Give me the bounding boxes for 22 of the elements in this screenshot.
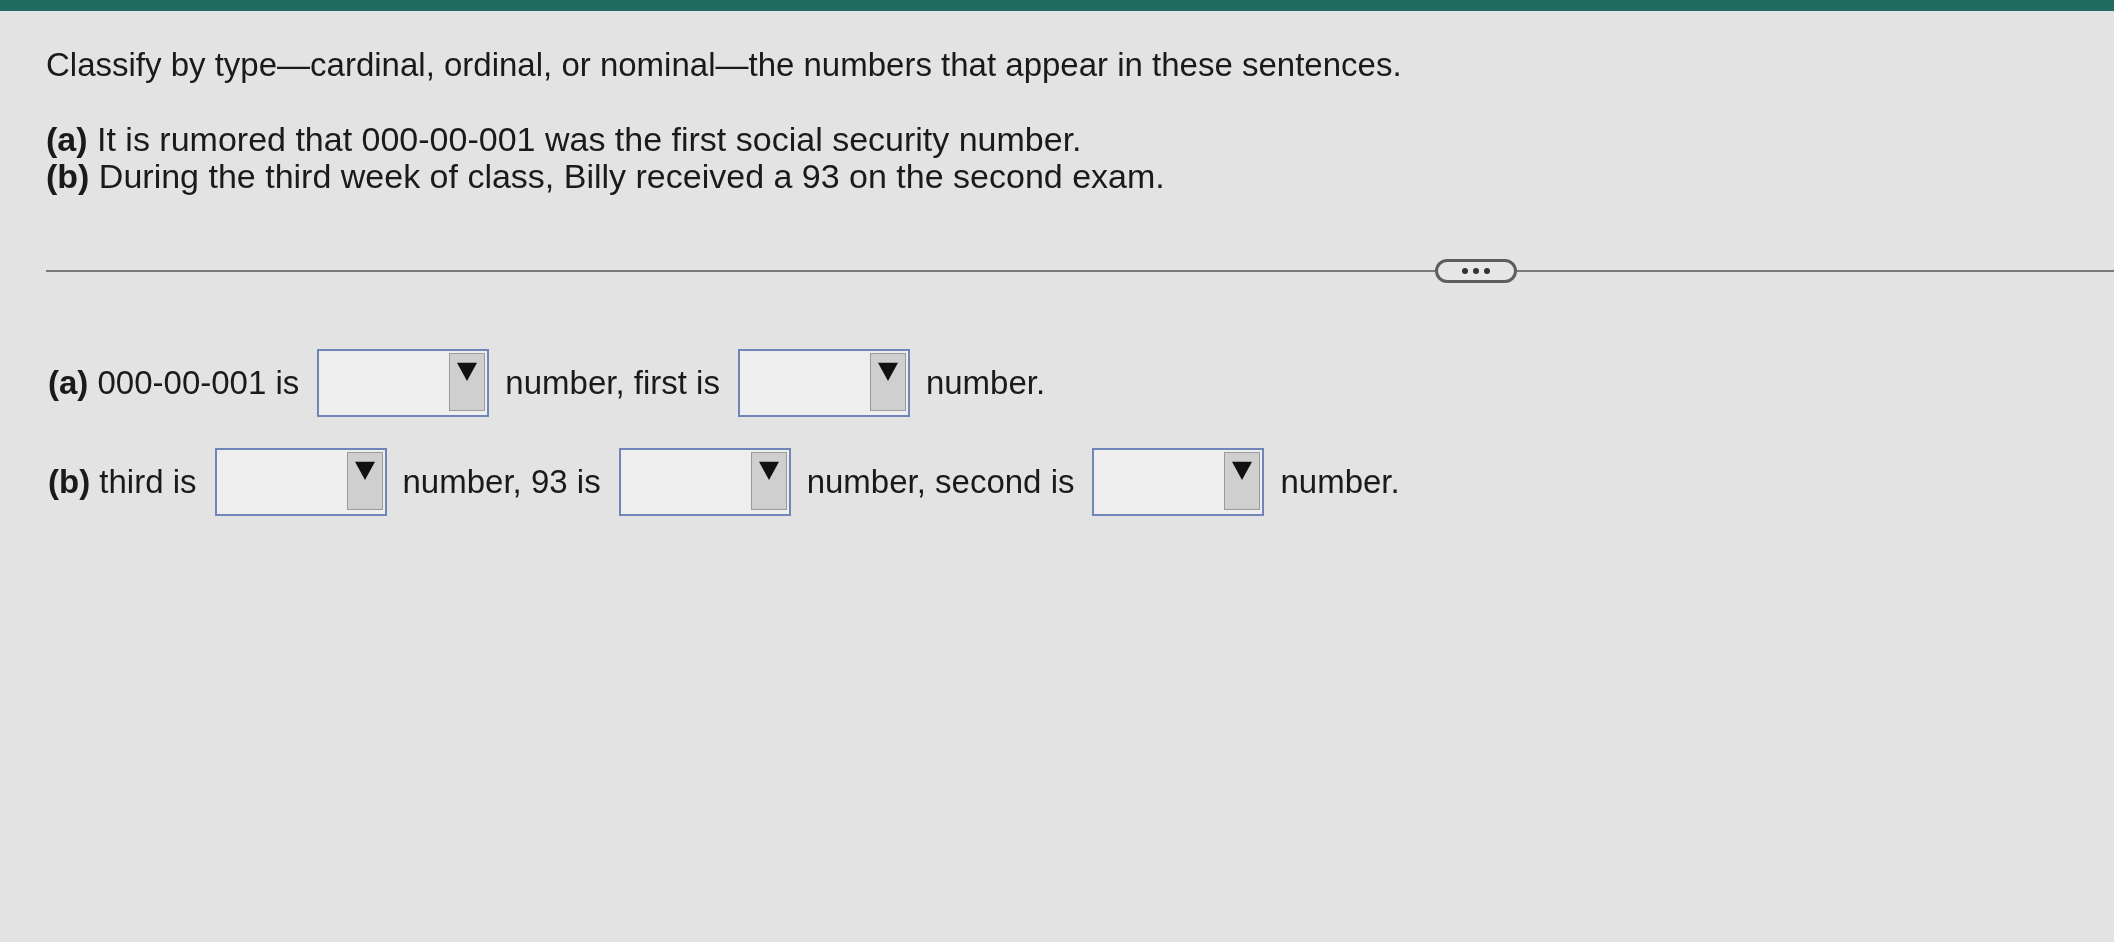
more-button[interactable] <box>1435 259 1517 283</box>
answer-dropdown[interactable] <box>737 349 910 417</box>
caret-icon <box>1224 452 1261 510</box>
answer-text: number. <box>1280 463 1400 501</box>
answer-dropdown[interactable] <box>317 349 490 417</box>
caret-icon <box>346 452 383 510</box>
caret-icon <box>869 353 906 411</box>
question-sentence: (a) It is rumored that 000-00-001 was the first social security number. <box>46 121 1083 158</box>
answer-text: number, first is <box>505 364 720 402</box>
ellipsis-icon <box>1462 268 1490 274</box>
answer-text: (b) third is <box>48 463 197 501</box>
answer-text: number. <box>925 364 1046 402</box>
answer-dropdown[interactable] <box>214 448 387 516</box>
caret-icon <box>449 353 486 411</box>
answer-text: (a) 000-00-001 is <box>48 364 300 402</box>
answer-text: number, second is <box>806 463 1075 501</box>
answer-dropdown[interactable] <box>1092 448 1265 516</box>
question-sentence: (b) During the third week of class, Billy received a 93 on the second exam. <box>46 158 1166 195</box>
question-prompt: Classify by type—cardinal, ordinal, or nominal—the numbers that appear in these sentences. <box>46 47 1403 83</box>
answer-dropdown[interactable] <box>618 448 791 516</box>
caret-icon <box>750 452 787 510</box>
answer-text: number, 93 is <box>402 463 601 501</box>
